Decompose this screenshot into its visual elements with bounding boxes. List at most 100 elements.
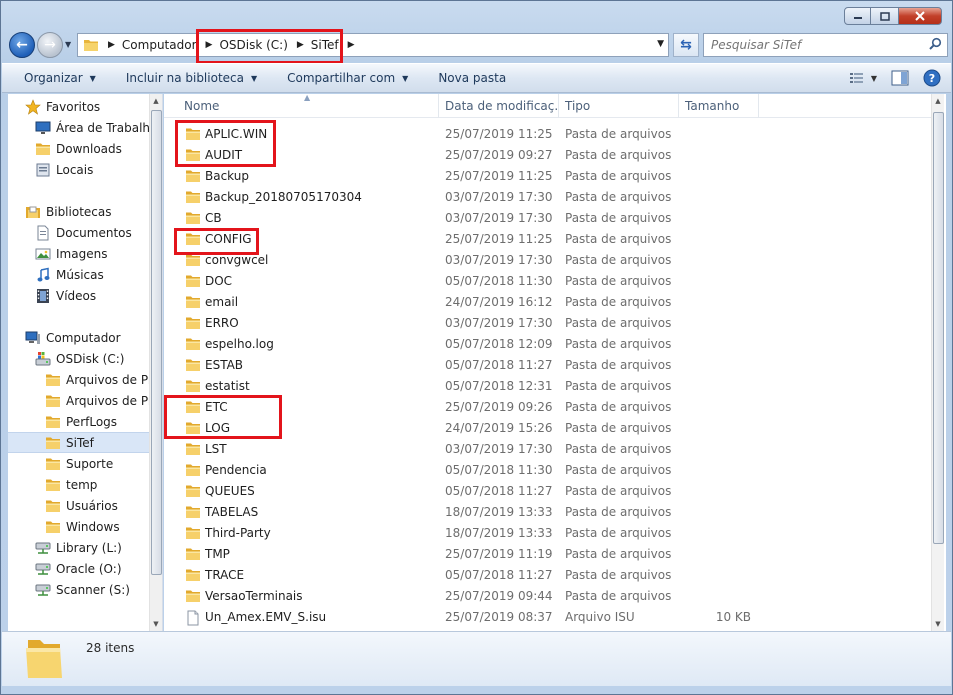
breadcrumb-separator[interactable]: ▶: [206, 40, 213, 50]
file-row[interactable]: CONFIG 25/07/2019 11:25 Pasta de arquivos: [164, 229, 934, 250]
file-row[interactable]: TMP 25/07/2019 11:19 Pasta de arquivos: [164, 544, 934, 565]
scroll-up-icon[interactable]: ▲: [932, 94, 944, 108]
column-header-type[interactable]: Tipo: [559, 94, 679, 118]
file-row[interactable]: LOG 24/07/2019 15:26 Pasta de arquivos: [164, 418, 934, 439]
drive-icon: [35, 351, 51, 367]
file-row[interactable]: ETC 25/07/2019 09:26 Pasta de arquivos: [164, 397, 934, 418]
file-type: Pasta de arquivos: [565, 505, 672, 519]
sidebar-item-downloads[interactable]: Downloads: [8, 138, 149, 159]
file-row[interactable]: Backup 25/07/2019 11:25 Pasta de arquivos: [164, 166, 934, 187]
folder-icon: [185, 253, 201, 267]
file-date-modified: 25/07/2019 08:37: [445, 610, 553, 624]
sidebar-item-temp[interactable]: temp: [8, 474, 149, 495]
file-type: Pasta de arquivos: [565, 148, 672, 162]
breadcrumb-separator[interactable]: ▶: [108, 40, 115, 50]
file-list-scrollbar[interactable]: ▲ ▼: [931, 94, 944, 631]
history-dropdown-icon[interactable]: ▼: [65, 40, 71, 49]
back-button[interactable]: ←: [9, 32, 35, 58]
share-button[interactable]: Compartilhar com ▼: [287, 71, 408, 85]
sidebar-item-sitef[interactable]: SiTef: [8, 432, 149, 453]
preview-pane-icon[interactable]: [891, 70, 909, 86]
address-dropdown-icon[interactable]: ▼: [657, 39, 664, 49]
sidebar-item-label: Windows: [66, 519, 120, 534]
file-row[interactable]: QUEUES 05/07/2018 11:27 Pasta de arquivos: [164, 481, 934, 502]
organize-button[interactable]: Organizar ▼: [24, 71, 96, 85]
folder-icon: [45, 435, 61, 451]
file-row[interactable]: Pendencia 05/07/2018 11:30 Pasta de arquiv…: [164, 460, 934, 481]
file-row[interactable]: ERRO 03/07/2019 17:30 Pasta de arquivos: [164, 313, 934, 334]
minimize-button[interactable]: [844, 7, 871, 25]
view-options-icon[interactable]: [849, 71, 865, 85]
sidebar-item-computador[interactable]: Computador: [8, 327, 149, 348]
sidebar-item-arquivos-de-pro[interactable]: Arquivos de Pro: [8, 390, 149, 411]
sidebar-item-label: Bibliotecas: [46, 204, 112, 219]
sidebar-item-arquivos-de-pro[interactable]: Arquivos de Pro: [8, 369, 149, 390]
nav-scrollbar[interactable]: ▲ ▼: [149, 94, 162, 631]
file-row[interactable]: APLIC.WIN 25/07/2019 11:25 Pasta de arquiv…: [164, 124, 934, 145]
scroll-up-icon[interactable]: ▲: [150, 94, 162, 108]
file-row[interactable]: AUDIT 25/07/2019 09:27 Pasta de arquivos: [164, 145, 934, 166]
sidebar-item-favoritos[interactable]: Favoritos: [8, 96, 149, 117]
breadcrumb-separator[interactable]: ▶: [348, 40, 355, 50]
sidebar-item-oracle-o[interactable]: Oracle (O:): [8, 558, 149, 579]
file-row[interactable]: email 24/07/2019 16:12 Pasta de arquivos: [164, 292, 934, 313]
documents-icon: [35, 225, 51, 241]
back-arrow-icon: ←: [16, 37, 28, 53]
view-dropdown-icon[interactable]: ▼: [871, 74, 877, 83]
sidebar-item-library-l[interactable]: Library (L:): [8, 537, 149, 558]
file-row[interactable]: convgwcel 03/07/2019 17:30 Pasta de arquiv…: [164, 250, 934, 271]
sidebar-item-v-deos[interactable]: Vídeos: [8, 285, 149, 306]
sidebar-item-suporte[interactable]: Suporte: [8, 453, 149, 474]
sidebar-item-imagens[interactable]: Imagens: [8, 243, 149, 264]
sidebar-item-locais[interactable]: Locais: [8, 159, 149, 180]
folder-icon: [185, 400, 201, 414]
search-icon[interactable]: [928, 37, 942, 51]
file-date-modified: 25/07/2019 11:25: [445, 169, 553, 183]
column-header-date[interactable]: Data de modificaç...: [439, 94, 559, 118]
scroll-thumb[interactable]: [151, 110, 162, 575]
file-row[interactable]: Un_Amex.EMV_S.isu 25/07/2019 08:37 Arquivo…: [164, 607, 934, 628]
file-date-modified: 24/07/2019 15:26: [445, 421, 553, 435]
scroll-down-icon[interactable]: ▼: [932, 617, 944, 631]
file-row[interactable]: DOC 05/07/2018 11:30 Pasta de arquivos: [164, 271, 934, 292]
file-row[interactable]: estatist 05/07/2018 12:31 Pasta de arquivo…: [164, 376, 934, 397]
forward-button[interactable]: →: [37, 32, 63, 58]
file-row[interactable]: Third-Party 18/07/2019 13:33 Pasta de arqu…: [164, 523, 934, 544]
folder-icon: [185, 295, 201, 309]
file-row[interactable]: Backup_20180705170304 03/07/2019 17:30 Pas…: [164, 187, 934, 208]
scroll-down-icon[interactable]: ▼: [150, 617, 162, 631]
sidebar-item--rea-de-trabalho[interactable]: Área de Trabalho: [8, 117, 149, 138]
search-box[interactable]: [703, 33, 948, 57]
column-header-name[interactable]: Nome: [178, 94, 439, 118]
sidebar-item-usu-rios[interactable]: Usuários: [8, 495, 149, 516]
close-button[interactable]: [898, 7, 942, 25]
file-row[interactable]: ESTAB 05/07/2018 11:27 Pasta de arquivos: [164, 355, 934, 376]
sidebar-item-documentos[interactable]: Documentos: [8, 222, 149, 243]
breadcrumb-computer[interactable]: Computador: [122, 38, 197, 52]
breadcrumb-osdisk[interactable]: OSDisk (C:): [219, 38, 287, 52]
breadcrumb-separator[interactable]: ▶: [297, 40, 304, 50]
sidebar-item-bibliotecas[interactable]: Bibliotecas: [8, 201, 149, 222]
new-folder-button[interactable]: Nova pasta: [438, 71, 506, 85]
column-header-size[interactable]: Tamanho: [679, 94, 759, 118]
file-row[interactable]: espelho.log 05/07/2018 12:09 Pasta de arqu…: [164, 334, 934, 355]
file-row[interactable]: TABELAS 18/07/2019 13:33 Pasta de arquivos: [164, 502, 934, 523]
file-date-modified: 18/07/2019 13:33: [445, 505, 553, 519]
sidebar-item-osdisk-c[interactable]: OSDisk (C:): [8, 348, 149, 369]
sidebar-item-perflogs[interactable]: PerfLogs: [8, 411, 149, 432]
sidebar-item-scanner-s[interactable]: Scanner (S:): [8, 579, 149, 600]
include-library-button[interactable]: Incluir na biblioteca ▼: [126, 71, 257, 85]
help-icon[interactable]: ?: [923, 69, 941, 87]
maximize-button[interactable]: [871, 7, 898, 25]
file-row[interactable]: LST 03/07/2019 17:30 Pasta de arquivos: [164, 439, 934, 460]
breadcrumb-sitef[interactable]: SiTef: [311, 38, 339, 52]
file-row[interactable]: VersaoTerminais 25/07/2019 09:44 Pasta de …: [164, 586, 934, 607]
address-bar[interactable]: ▶ Computador ▶ OSDisk (C:) ▶ SiTef ▶ ▼: [77, 33, 669, 57]
search-input[interactable]: [711, 38, 911, 52]
file-row[interactable]: CB 03/07/2019 17:30 Pasta de arquivos: [164, 208, 934, 229]
refresh-button[interactable]: ⇆: [673, 33, 699, 57]
sidebar-item-m-sicas[interactable]: Músicas: [8, 264, 149, 285]
file-row[interactable]: TRACE 05/07/2018 11:27 Pasta de arquivos: [164, 565, 934, 586]
scroll-thumb[interactable]: [933, 112, 944, 544]
sidebar-item-windows[interactable]: Windows: [8, 516, 149, 537]
